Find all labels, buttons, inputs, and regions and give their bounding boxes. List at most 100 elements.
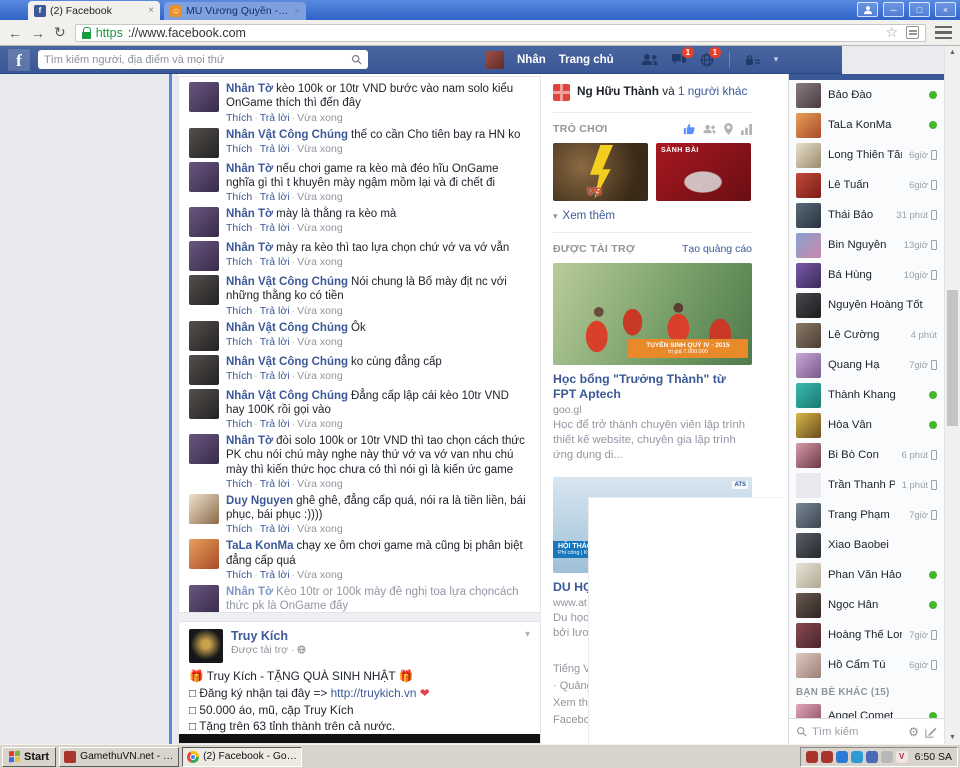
chat-friend-row[interactable]: Ngọc Hân: [789, 590, 944, 620]
comment-author-link[interactable]: TaLa KonMa: [226, 540, 294, 552]
chat-friend-row[interactable]: Lê Tuấn 6giờ: [789, 170, 944, 200]
others-link[interactable]: 1 người khác: [678, 84, 747, 98]
see-more-link[interactable]: Xem thêm: [563, 210, 615, 222]
reply-link[interactable]: Trả lời: [260, 222, 290, 234]
comment-author-link[interactable]: Nhân Vật Công Chúng: [226, 322, 348, 334]
address-bar[interactable]: https ://www.facebook.com ☆: [75, 24, 926, 42]
reply-link[interactable]: Trả lời: [260, 478, 290, 490]
reply-link[interactable]: Trả lời: [260, 370, 290, 382]
facebook-logo-icon[interactable]: f: [8, 49, 30, 71]
chat-friend-row[interactable]: Bin Nguyễn 13giờ: [789, 230, 944, 260]
chrome-menu-icon[interactable]: [935, 26, 952, 40]
reply-link[interactable]: Trả lời: [260, 418, 290, 430]
like-icon[interactable]: [683, 123, 695, 135]
reply-link[interactable]: Trả lời: [260, 305, 290, 317]
game-thumbnail-fight[interactable]: VS: [553, 143, 648, 201]
like-link[interactable]: Thích: [226, 569, 252, 581]
avatar[interactable]: [189, 355, 219, 385]
comment-author-link[interactable]: Nhân Tờ: [226, 83, 273, 95]
chat-friend-row[interactable]: Trang Phạm 7giờ: [789, 500, 944, 530]
comment-author-link[interactable]: Nhân Vật Công Chúng: [226, 356, 348, 368]
tab-close-icon[interactable]: ×: [294, 6, 300, 17]
game-thumbnail-casino[interactable]: SÀNH BÀI: [656, 143, 751, 201]
people-icon[interactable]: [703, 124, 716, 134]
bookmark-star-icon[interactable]: ☆: [885, 24, 898, 41]
avatar[interactable]: [189, 585, 219, 613]
comment-author-link[interactable]: Nhân Tờ: [226, 163, 273, 175]
chat-friend-row[interactable]: Bảo Đào: [789, 80, 944, 110]
like-link[interactable]: Thích: [226, 222, 252, 234]
like-link[interactable]: Thích: [226, 143, 252, 155]
taskbar-window-chrome[interactable]: (2) Facebook - Googl...: [182, 747, 302, 767]
comment-author-link[interactable]: Nhân Tờ: [226, 435, 273, 447]
chat-friend-row[interactable]: Hoàng Thế Long 7giờ: [789, 620, 944, 650]
tray-icon[interactable]: [881, 751, 893, 763]
chat-friend-row[interactable]: Bá Hùng 10giờ: [789, 260, 944, 290]
chat-friend-row[interactable]: Trần Thanh Ph... 1 phút: [789, 470, 944, 500]
avatar[interactable]: [189, 275, 219, 305]
like-link[interactable]: Thích: [226, 370, 252, 382]
chat-friend-row[interactable]: Hòa Vân: [789, 410, 944, 440]
chat-friend-row[interactable]: Lê Cường 4 phút: [789, 320, 944, 350]
comment-author-link[interactable]: Nhân Vật Công Chúng: [226, 129, 348, 141]
translate-icon[interactable]: [906, 26, 919, 39]
comment-author-link[interactable]: Nhân Tờ: [226, 242, 273, 254]
notifications-globe-icon[interactable]: 1: [700, 53, 714, 67]
avatar[interactable]: [189, 389, 219, 419]
tray-icon[interactable]: [866, 751, 878, 763]
tray-icon[interactable]: [806, 751, 818, 763]
tray-icon[interactable]: V: [896, 751, 908, 763]
privacy-shortcuts-icon[interactable]: [745, 54, 761, 66]
post-image-strip[interactable]: [179, 734, 540, 743]
new-message-icon[interactable]: [925, 726, 937, 738]
avatar[interactable]: [189, 539, 219, 569]
scrollbar-thumb[interactable]: [947, 290, 958, 426]
maximize-button[interactable]: □: [909, 2, 930, 17]
account-menu-caret-icon[interactable]: ▾: [774, 54, 779, 65]
like-link[interactable]: Thích: [226, 112, 252, 124]
page-avatar[interactable]: [189, 629, 223, 663]
chat-search-input[interactable]: [812, 726, 903, 738]
search-input[interactable]: [44, 54, 351, 66]
home-link[interactable]: Trang chủ: [559, 54, 614, 66]
facebook-search[interactable]: [38, 50, 368, 69]
friend-requests-icon[interactable]: [641, 53, 658, 66]
tray-icon[interactable]: [821, 751, 833, 763]
chat-friend-row[interactable]: Xiao Baobei: [789, 530, 944, 560]
like-link[interactable]: Thích: [226, 305, 252, 317]
close-button[interactable]: ×: [935, 2, 956, 17]
chat-friend-row[interactable]: Quang Hạ 7giờ: [789, 350, 944, 380]
start-button[interactable]: Start: [2, 747, 56, 767]
avatar[interactable]: [189, 82, 219, 112]
map-pin-icon[interactable]: [724, 123, 733, 135]
reply-link[interactable]: Trả lời: [260, 336, 290, 348]
reply-link[interactable]: Trả lời: [260, 569, 290, 581]
reply-link[interactable]: Trả lời: [260, 256, 290, 268]
page-name-link[interactable]: Truy Kích: [231, 629, 306, 643]
truykich-link[interactable]: http://truykich.vn: [331, 686, 417, 700]
avatar[interactable]: [189, 434, 219, 464]
profile-avatar[interactable]: [486, 51, 504, 69]
reload-icon[interactable]: ↻: [54, 24, 66, 41]
tray-icon[interactable]: [836, 751, 848, 763]
minimize-button[interactable]: ─: [883, 2, 904, 17]
tray-icon[interactable]: [851, 751, 863, 763]
like-link[interactable]: Thích: [226, 418, 252, 430]
back-icon[interactable]: ←: [8, 25, 22, 41]
chat-friend-row[interactable]: Nguyễn Hoàng Tốt: [789, 290, 944, 320]
forward-icon[interactable]: →: [31, 25, 45, 41]
messages-icon[interactable]: 1: [671, 53, 687, 66]
scroll-up-icon[interactable]: ▲: [945, 49, 960, 56]
page-scrollbar[interactable]: ▲ ▼: [944, 46, 960, 744]
tab-facebook[interactable]: f (2) Facebook ×: [28, 1, 160, 20]
tab-mu-vuong-quyen[interactable]: ♔ MU Vương Quyền - Gameth ×: [164, 2, 306, 20]
comment-author-link[interactable]: Duy Nguyen: [226, 495, 293, 507]
profile-icon[interactable]: [857, 2, 878, 17]
chat-settings-gear-icon[interactable]: ⚙: [908, 726, 919, 738]
reply-link[interactable]: Trả lời: [260, 112, 290, 124]
chat-friend-row[interactable]: Long Thiên Tăng 6giờ: [789, 140, 944, 170]
tab-close-icon[interactable]: ×: [148, 5, 154, 16]
create-ad-link[interactable]: Tạo quảng cáo: [682, 243, 752, 255]
like-link[interactable]: Thích: [226, 191, 252, 203]
like-link[interactable]: Thích: [226, 336, 252, 348]
